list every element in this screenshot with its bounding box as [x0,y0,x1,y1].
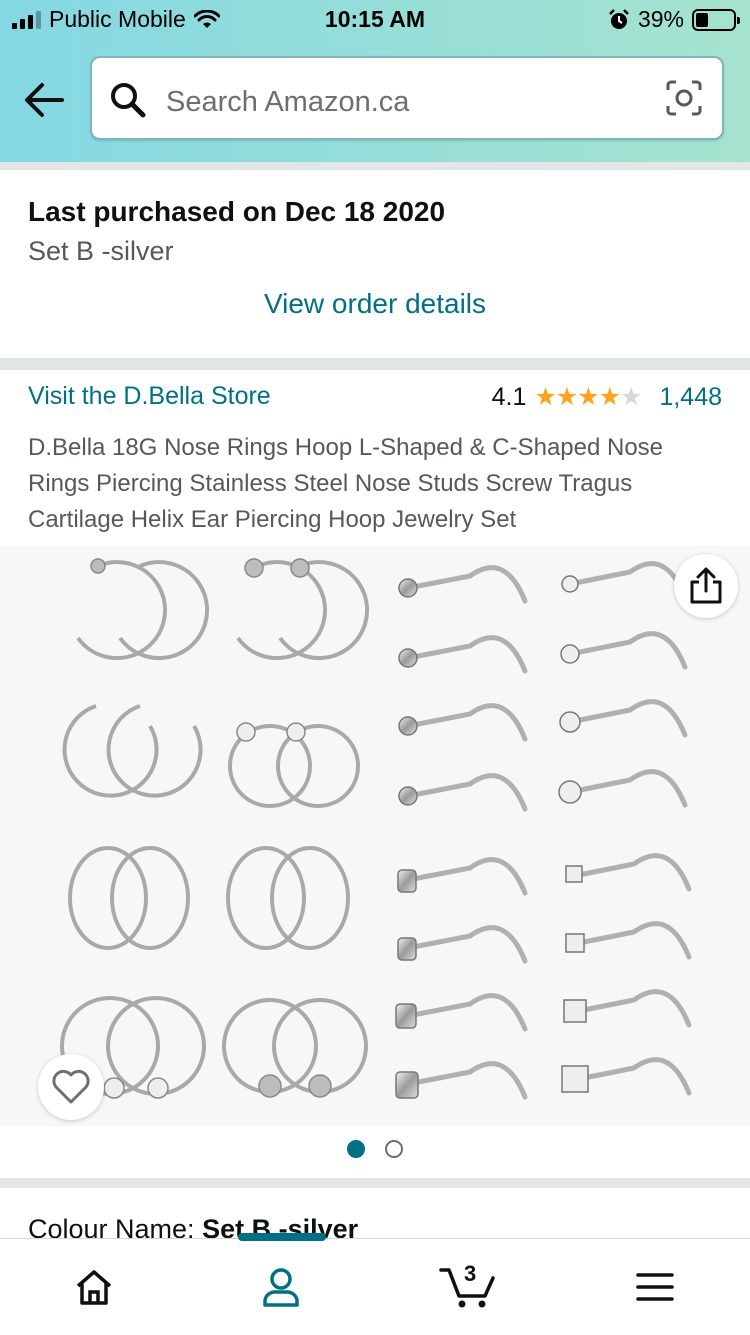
product-image[interactable] [0,546,750,1126]
share-icon [690,567,722,604]
purchased-variant: Set B -silver [28,236,174,266]
tab-menu[interactable] [561,1239,748,1335]
view-order-details-link[interactable]: View order details [0,288,750,320]
battery-percent: 39% [637,6,684,32]
last-purchased-title: Last purchased on Dec 18 2020 [28,196,446,227]
home-icon [76,1270,111,1305]
cart-count-badge: 3 [464,1261,477,1286]
search-icon [111,83,146,118]
profile-icon [262,1268,299,1307]
menu-icon [635,1273,674,1301]
status-right: 39% [608,6,740,33]
back-arrow-icon[interactable] [22,80,66,120]
divider [0,162,750,170]
review-count-link[interactable]: 1,448 [659,383,722,412]
wishlist-button[interactable] [38,1054,104,1120]
share-button[interactable] [674,554,738,618]
divider [0,1178,750,1188]
product-title: D.Bella 18G Nose Rings Hoop L-Shaped & C… [28,434,664,533]
divider [0,358,750,370]
image-carousel-dots[interactable] [0,1140,750,1158]
battery-icon [692,8,740,31]
store-link[interactable]: Visit the D.Bella Store [28,382,271,411]
camera-scan-icon[interactable] [666,80,702,116]
search-input[interactable]: Search Amazon.ca [166,86,409,119]
rating-value: 4.1 [491,382,527,411]
star-rating-icon: ★★★★★ [534,383,642,411]
tab-profile[interactable] [187,1239,374,1335]
carousel-dot[interactable] [385,1140,403,1158]
status-bar: Public Mobile 10:15 AM 39% [0,6,750,36]
product-image-gallery[interactable] [0,546,750,1126]
alarm-icon [609,8,629,29]
bottom-tab-bar: 3 [0,1233,750,1335]
carousel-dot-active[interactable] [347,1140,365,1158]
app-header: Public Mobile 10:15 AM 39% Search Amazon… [0,0,750,162]
tab-home[interactable] [0,1239,187,1335]
search-bar[interactable]: Search Amazon.ca [90,56,724,140]
rating-summary[interactable]: 4.1 ★★★★★ 1,448 [492,382,722,412]
tab-cart[interactable]: 3 [374,1239,561,1335]
last-purchased-card: Last purchased on Dec 18 2020 Set B -sil… [0,170,750,358]
heart-icon [52,1069,90,1104]
